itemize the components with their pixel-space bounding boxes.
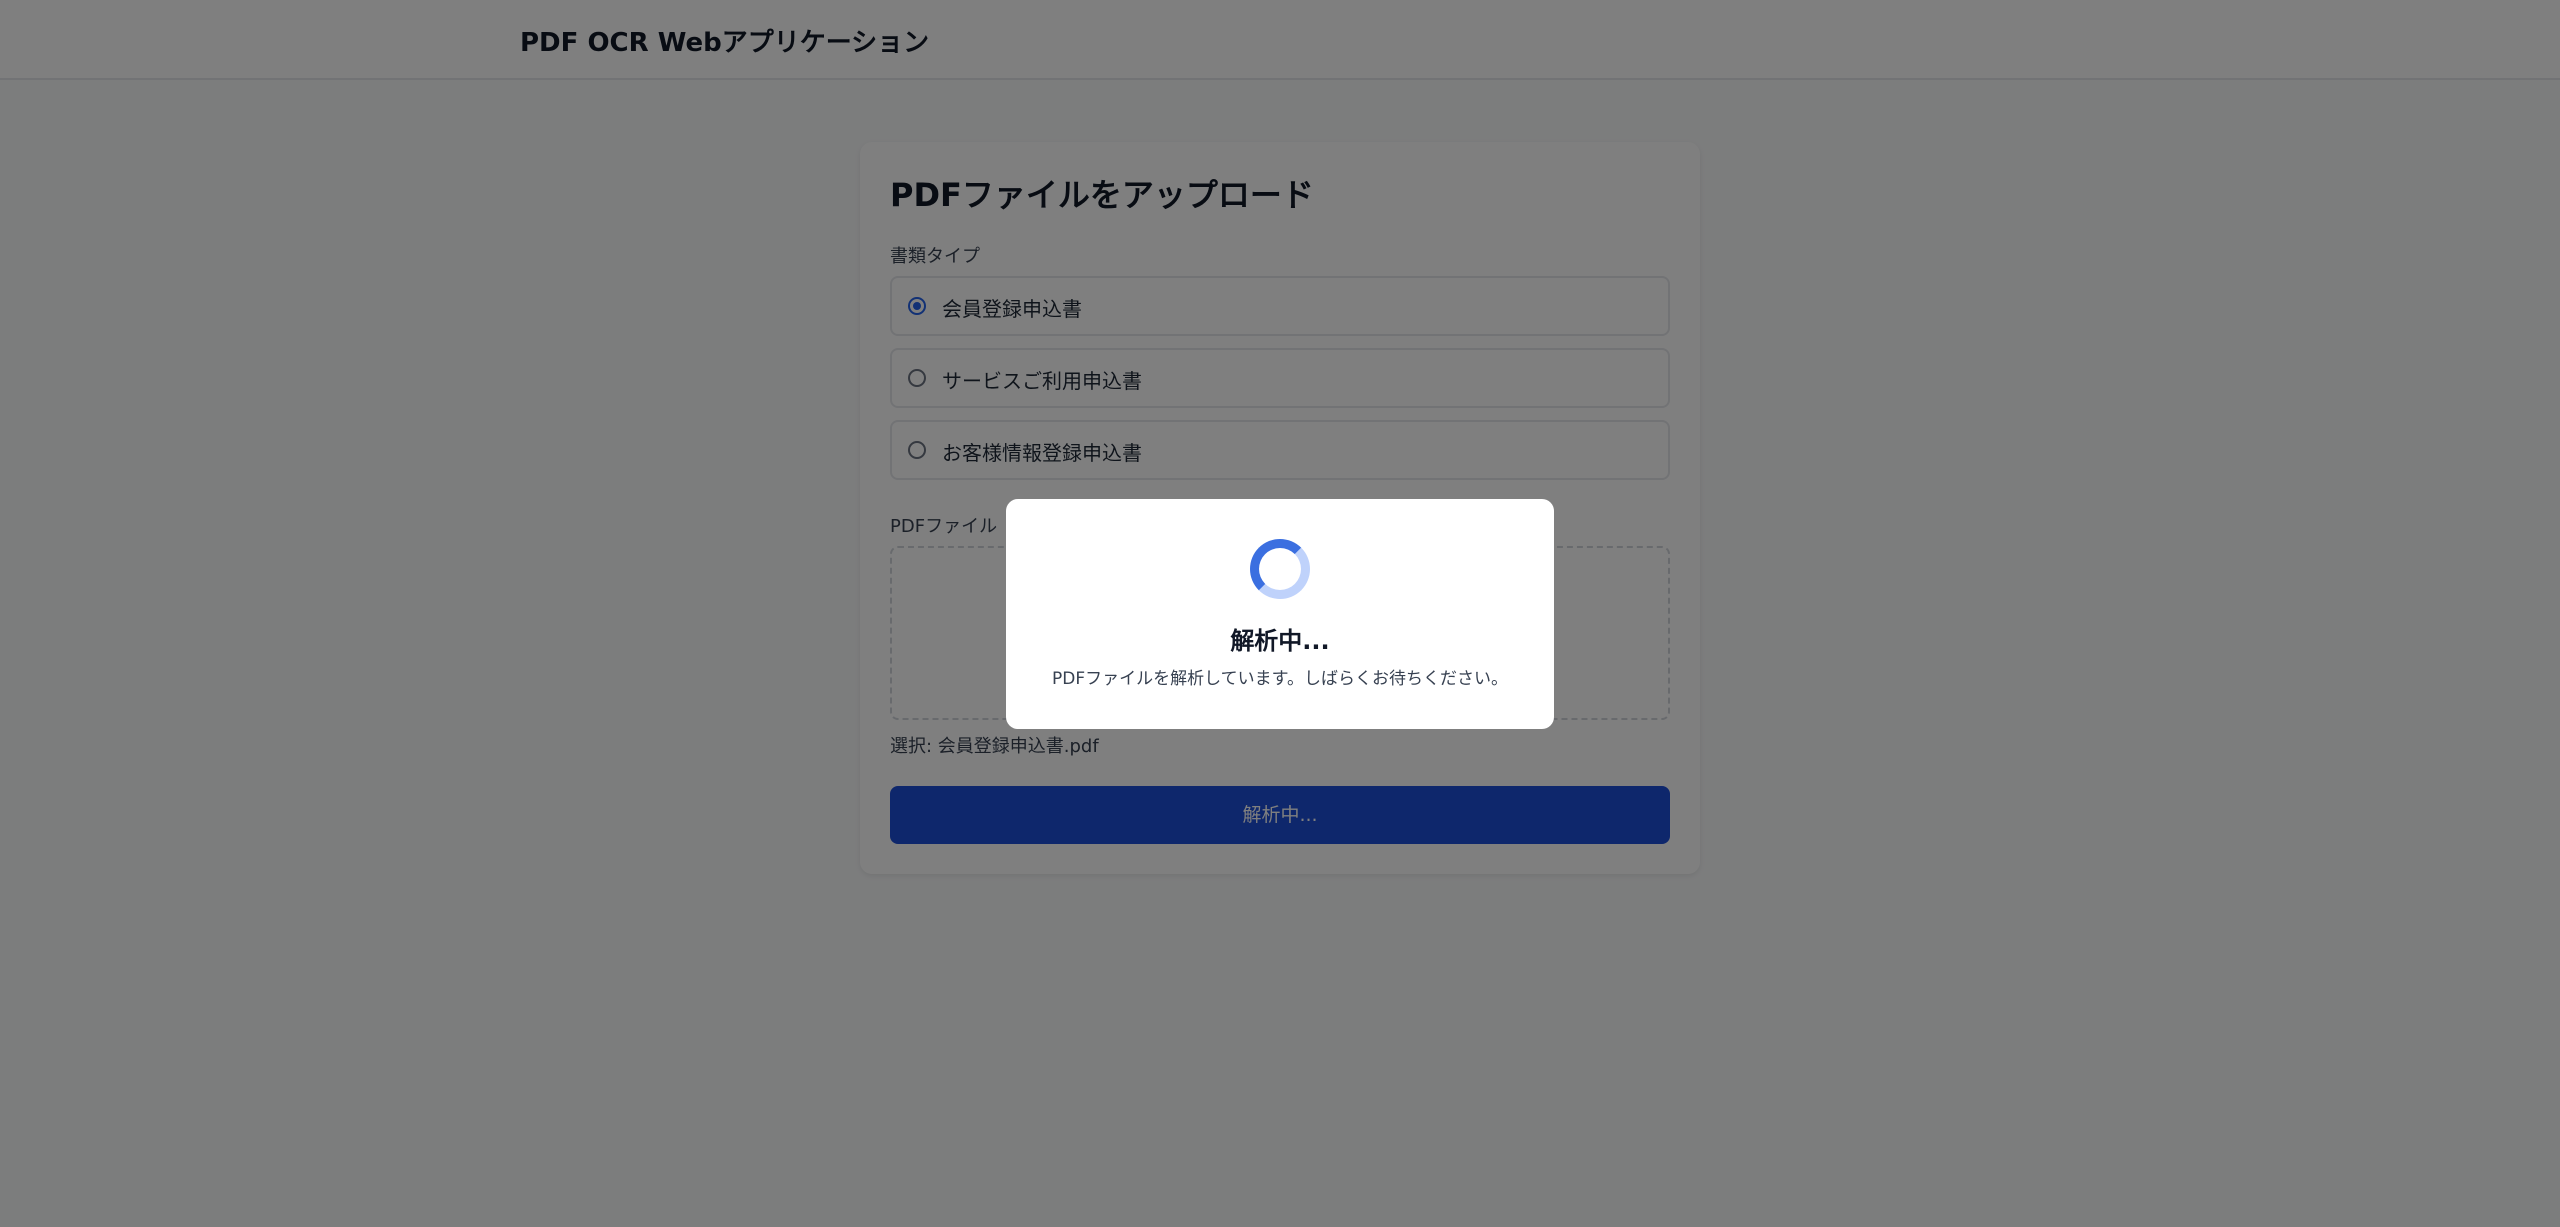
loading-modal-title: 解析中...: [1230, 627, 1330, 655]
loading-modal: 解析中... PDFファイルを解析しています。しばらくお待ちください。: [1006, 499, 1554, 729]
app-root: PDF OCR Webアプリケーション PDFファイルをアップロード 書類タイプ…: [0, 0, 2560, 1227]
loading-modal-message: PDFファイルを解析しています。しばらくお待ちください。: [1052, 669, 1508, 689]
loading-spinner-icon: [1250, 539, 1310, 599]
